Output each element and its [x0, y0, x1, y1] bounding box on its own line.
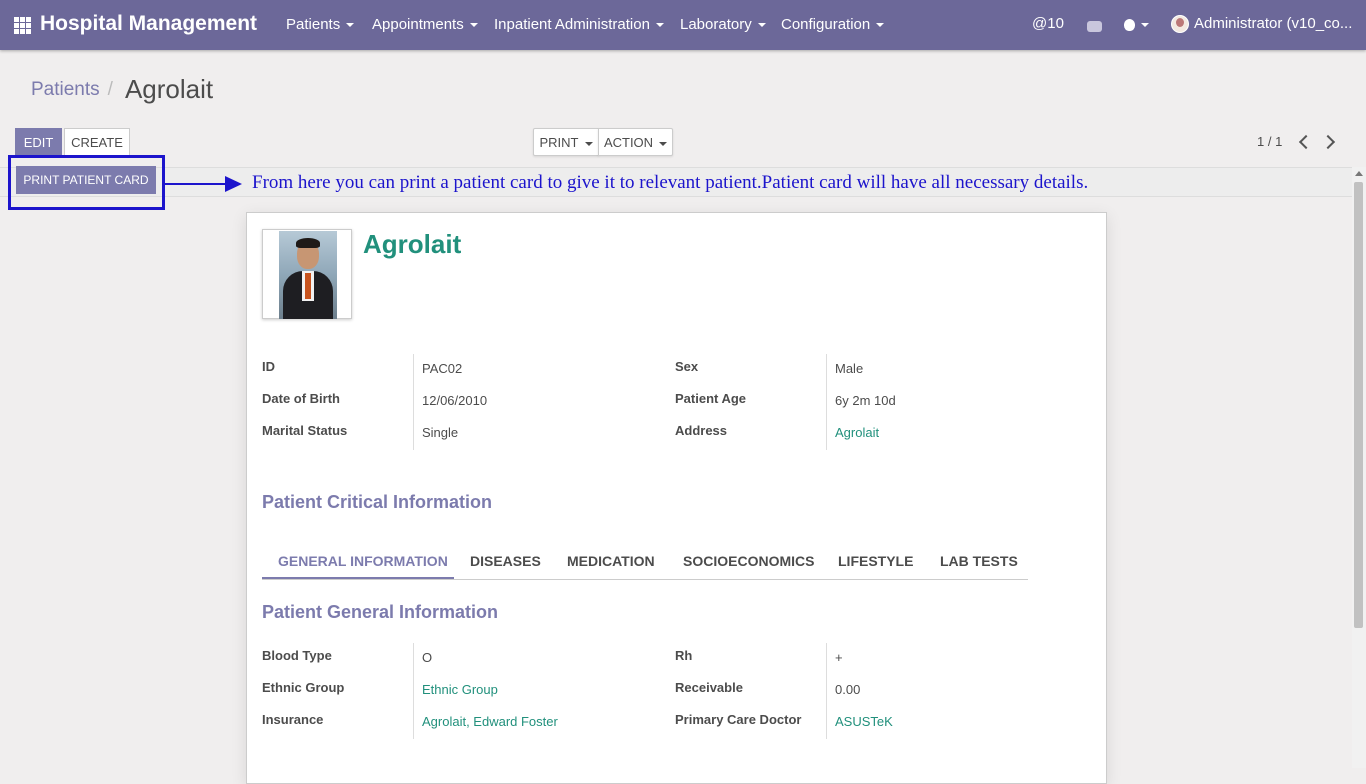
patient-photo[interactable]	[262, 229, 352, 319]
action-dropdown-button[interactable]: ACTION	[598, 128, 673, 156]
label-primary-care-doctor: Primary Care Doctor	[675, 712, 802, 727]
field-divider	[826, 354, 827, 450]
tab-lab-tests[interactable]: LAB TESTS	[940, 553, 1018, 569]
menu-label: Appointments	[372, 16, 464, 33]
label-id: ID	[262, 359, 275, 374]
value-blood-type: O	[422, 650, 433, 665]
caret-down-icon	[469, 23, 478, 28]
value-rh: +	[835, 650, 843, 665]
label-patient-age: Patient Age	[675, 391, 747, 406]
caret-down-icon	[584, 141, 593, 146]
annotation-arrow-head	[225, 176, 242, 192]
value-patient-age: 6y 2m 10d	[835, 393, 896, 408]
mentions-counter[interactable]: @10	[1032, 15, 1064, 32]
action-label: ACTION	[603, 135, 654, 150]
label-ethnic-group: Ethnic Group	[262, 680, 345, 695]
value-sex: Male	[835, 361, 864, 376]
label-marital-status: Marital Status	[262, 423, 348, 438]
field-divider	[826, 643, 827, 739]
insurance-link[interactable]: Agrolait, Edward Foster	[422, 714, 558, 729]
label-receivable: Receivable	[675, 680, 743, 695]
critical-information-title: Patient Critical Information	[262, 492, 493, 512]
caret-down-icon	[346, 23, 355, 28]
pager-previous-button[interactable]	[1290, 128, 1316, 156]
tab-diseases[interactable]: DISEASES	[470, 553, 541, 569]
chevron-left-icon	[1298, 134, 1314, 150]
pager-counter[interactable]: 1 / 1	[1257, 134, 1282, 149]
label-address: Address	[675, 423, 728, 438]
breadcrumb: Patients / Agrolait	[31, 74, 213, 105]
caret-down-icon	[659, 141, 668, 146]
menu-appointments[interactable]: Appointments	[372, 16, 478, 33]
caret-down-icon	[655, 23, 664, 28]
menu-patients[interactable]: Patients	[286, 16, 355, 33]
general-information-title: Patient General Information	[262, 602, 499, 622]
scrollbar-thumb[interactable]	[1354, 182, 1363, 628]
tab-lifestyle[interactable]: LIFESTYLE	[838, 553, 913, 569]
menu-laboratory[interactable]: Laboratory	[680, 16, 766, 33]
chat-icon[interactable]	[1087, 17, 1102, 34]
ethnic-group-link[interactable]: Ethnic Group	[422, 682, 498, 697]
app-brand[interactable]: Hospital Management	[40, 12, 257, 36]
pager-next-button[interactable]	[1316, 128, 1342, 156]
annotation-highlight-box	[8, 155, 165, 210]
tab-socioeconomics[interactable]: SOCIOECONOMICS	[683, 553, 814, 569]
menu-label: Patients	[286, 16, 341, 33]
chevron-right-icon	[1320, 134, 1336, 150]
label-sex: Sex	[675, 359, 699, 374]
apps-grid-icon[interactable]	[14, 17, 31, 34]
label-blood-type: Blood Type	[262, 648, 332, 663]
top-navbar: Hospital Management Patients Appointment…	[0, 0, 1366, 50]
tab-general-information[interactable]: GENERAL INFORMATION	[278, 553, 448, 569]
label-insurance: Insurance	[262, 712, 324, 727]
user-menu[interactable]: Administrator (v10_co...	[1171, 15, 1353, 34]
active-tab-indicator	[262, 577, 454, 579]
menu-configuration[interactable]: Configuration	[781, 16, 885, 33]
notebook-tabs: GENERAL INFORMATION DISEASES MEDICATION …	[262, 545, 1028, 580]
annotation-arrow	[165, 183, 227, 185]
create-button[interactable]: CREATE	[64, 128, 130, 156]
patient-name-title: Agrolait	[363, 229, 462, 259]
tab-medication[interactable]: MEDICATION	[567, 553, 655, 569]
field-divider	[413, 643, 414, 739]
scroll-up-arrow-icon[interactable]	[1355, 171, 1363, 176]
avatar	[1171, 15, 1189, 34]
menu-label: Inpatient Administration	[494, 16, 650, 33]
caret-down-icon	[757, 23, 766, 28]
value-marital-status: Single	[422, 425, 459, 440]
edit-button[interactable]: EDIT	[15, 128, 62, 156]
value-date-of-birth: 12/06/2010	[422, 393, 488, 408]
menu-label: Configuration	[781, 16, 871, 33]
label-rh: Rh	[675, 648, 693, 663]
menu-label: Laboratory	[680, 16, 752, 33]
caret-down-icon	[876, 23, 885, 28]
menu-inpatient-administration[interactable]: Inpatient Administration	[494, 16, 664, 33]
breadcrumb-separator: /	[107, 79, 113, 100]
value-receivable: 0.00	[835, 682, 861, 697]
annotation-text: From here you can print a patient card t…	[252, 172, 1089, 193]
breadcrumb-current: Agrolait	[124, 74, 214, 104]
debug-bug-icon[interactable]	[1124, 16, 1149, 33]
print-dropdown-button[interactable]: PRINT	[533, 128, 599, 156]
breadcrumb-patients-link[interactable]: Patients	[31, 79, 100, 100]
user-name: Administrator (v10_co...	[1194, 15, 1353, 32]
address-link[interactable]: Agrolait	[835, 425, 879, 440]
primary-care-doctor-link[interactable]: ASUSTeK	[835, 714, 893, 729]
label-date-of-birth: Date of Birth	[262, 391, 340, 406]
value-id: PAC02	[422, 361, 463, 376]
field-divider	[413, 354, 414, 450]
print-label: PRINT	[539, 135, 579, 150]
